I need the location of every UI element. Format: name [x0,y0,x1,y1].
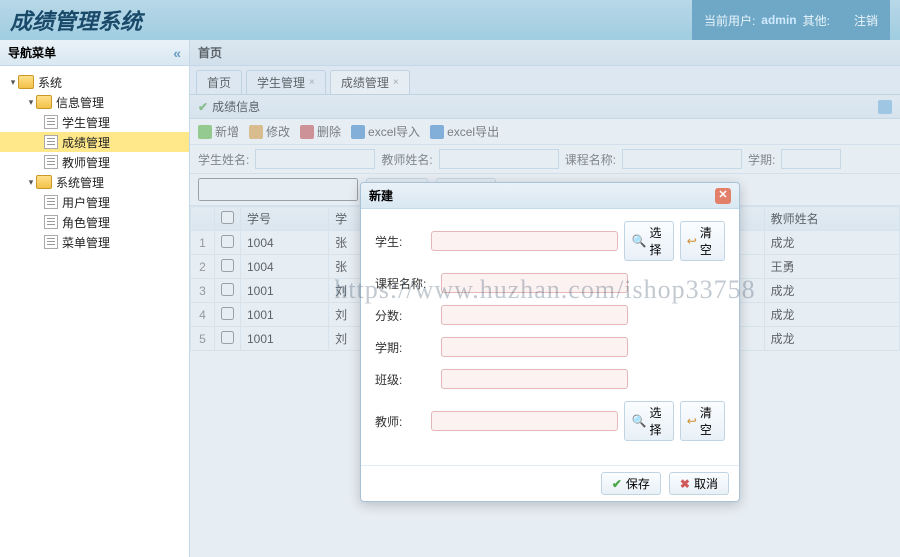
file-icon [44,115,58,129]
app-header: 成绩管理系统 当前用户: admin 其他: 注销 [0,0,900,40]
expand-icon: ▾ [26,177,36,188]
search-icon: 🔍 [631,234,646,248]
file-icon [44,215,58,229]
tree-label: 系统管理 [56,174,104,191]
tree-label: 信息管理 [56,94,104,111]
tree-item-teacher[interactable]: 教师管理 [0,152,189,172]
tree-label: 成绩管理 [62,134,110,151]
tree-label: 学生管理 [62,114,110,131]
clear-icon: ↩ [687,414,697,428]
folder-icon [18,75,34,89]
tree-label: 用户管理 [62,194,110,211]
other-label: 其他: [803,12,830,29]
tree-group-info[interactable]: ▾ 信息管理 [0,92,189,112]
sidebar-title-text: 导航菜单 [8,44,56,61]
student-select-button[interactable]: 🔍选择 [624,221,673,261]
teacher-clear-button[interactable]: ↩清空 [680,401,725,441]
btn-label: 保存 [626,475,650,492]
file-icon [44,195,58,209]
score-input[interactable] [441,305,628,325]
file-icon [44,135,58,149]
close-icon[interactable]: ✕ [715,188,731,204]
teacher-input[interactable] [431,411,618,431]
save-button[interactable]: ✔ 保存 [601,472,661,495]
term-label: 学期: [375,339,435,356]
tree-label: 角色管理 [62,214,110,231]
ok-icon: ✔ [612,477,622,491]
sidebar: 导航菜单 « ▾ 系统 ▾ 信息管理 学生管理 成绩管理 教师管理 ▾ 系统管理… [0,40,190,557]
tree-item-menu[interactable]: 菜单管理 [0,232,189,252]
tree-label: 系统 [38,74,62,91]
cancel-icon: ✖ [680,477,690,491]
btn-label: 选择 [649,404,666,438]
expand-icon: ▾ [26,97,36,108]
search-icon: 🔍 [631,414,646,428]
header-userinfo: 当前用户: admin 其他: 注销 [692,0,890,40]
class-input[interactable] [441,369,628,389]
folder-icon [36,175,52,189]
dialog-body: 学生: 🔍选择 ↩清空 课程名称: 分数: 学期: 班级: 教师: 🔍选择 ↩清… [361,209,739,465]
tree-item-role[interactable]: 角色管理 [0,212,189,232]
student-clear-button[interactable]: ↩清空 [680,221,725,261]
class-label: 班级: [375,371,435,388]
tree-item-user[interactable]: 用户管理 [0,192,189,212]
dialog-title: 新建 ✕ [361,183,739,209]
sidebar-title: 导航菜单 « [0,40,189,66]
create-dialog: 新建 ✕ 学生: 🔍选择 ↩清空 课程名称: 分数: 学期: 班级: 教师: 🔍… [360,182,740,502]
logout-link[interactable]: 注销 [854,12,878,29]
current-user-label: 当前用户: [704,12,755,29]
score-label: 分数: [375,307,435,324]
cancel-button[interactable]: ✖ 取消 [669,472,729,495]
tree-label: 教师管理 [62,154,110,171]
btn-label: 选择 [649,224,666,258]
tree-item-score[interactable]: 成绩管理 [0,132,189,152]
tree-item-student[interactable]: 学生管理 [0,112,189,132]
tree-group-system[interactable]: ▾ 系统管理 [0,172,189,192]
student-label: 学生: [375,233,425,250]
teacher-label: 教师: [375,413,425,430]
clear-icon: ↩ [687,234,697,248]
dialog-footer: ✔ 保存 ✖ 取消 [361,465,739,501]
btn-label: 取消 [694,475,718,492]
file-icon [44,235,58,249]
expand-icon: ▾ [8,77,18,88]
teacher-select-button[interactable]: 🔍选择 [624,401,673,441]
term-field[interactable] [441,337,628,357]
file-icon [44,155,58,169]
dialog-title-text: 新建 [369,187,393,204]
btn-label: 清空 [700,224,718,258]
collapse-icon[interactable]: « [173,45,181,61]
tree-label: 菜单管理 [62,234,110,251]
app-title: 成绩管理系统 [10,4,142,36]
nav-tree: ▾ 系统 ▾ 信息管理 学生管理 成绩管理 教师管理 ▾ 系统管理 用户管理 角… [0,66,189,258]
tree-root[interactable]: ▾ 系统 [0,72,189,92]
btn-label: 清空 [700,404,718,438]
course-label: 课程名称: [375,275,435,292]
folder-icon [36,95,52,109]
current-user: admin [761,13,796,27]
course-input[interactable] [441,273,628,293]
student-input[interactable] [431,231,618,251]
